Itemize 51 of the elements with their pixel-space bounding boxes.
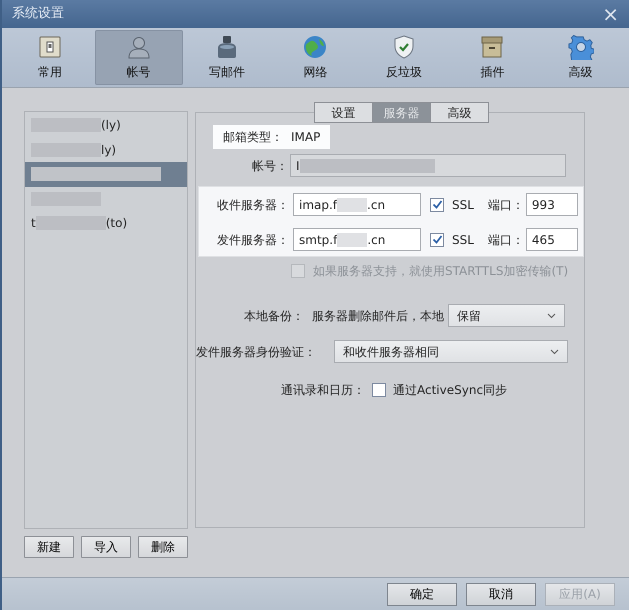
account-item[interactable]	[25, 162, 187, 186]
field-label: 端口：	[488, 232, 524, 248]
settings-icon	[568, 34, 594, 60]
dialog-button[interactable]: 确定	[387, 582, 457, 606]
port-field[interactable]: 465	[526, 228, 578, 251]
window-title: 系统设置	[12, 5, 64, 24]
account-action-button[interactable]: 删除	[138, 536, 188, 558]
field-label: 发件服务器身份验证：	[196, 344, 316, 360]
toolbar-button[interactable]: 插件	[448, 30, 536, 85]
account-action-button[interactable]: 导入	[81, 536, 131, 558]
field-label: 本地备份：	[243, 308, 304, 324]
account-field[interactable]: I	[290, 154, 566, 177]
server-field[interactable]: smtp.f .cn	[293, 228, 421, 251]
checkbox[interactable]	[372, 383, 386, 397]
close-button[interactable]: ×	[600, 4, 621, 24]
field-label: 收件服务器：	[216, 196, 289, 214]
toolbar-button[interactable]: 反垃圾	[360, 30, 448, 85]
toolbar-button[interactable]: 常用	[6, 30, 94, 85]
account-action-button[interactable]: 新建	[24, 536, 74, 558]
caret-icon	[547, 312, 556, 318]
field-label: 发件服务器：	[216, 232, 289, 248]
field-label: 邮箱类型：	[223, 129, 283, 146]
checkbox-label: 通过ActiveSync同步	[393, 382, 508, 399]
account-item[interactable]: (ly)	[25, 113, 187, 138]
dialog-button[interactable]: 取消	[466, 582, 536, 606]
globe-icon	[302, 34, 328, 60]
toolbar-button[interactable]: 写邮件	[183, 30, 272, 85]
tab[interactable]: 高级	[430, 102, 489, 123]
account-item[interactable]: ly)	[25, 138, 187, 162]
field-label: 端口：	[488, 196, 524, 214]
field-label: 服务器删除邮件后，本地	[312, 308, 444, 324]
field-label: 通讯录和日历：	[281, 382, 365, 399]
server-field[interactable]: imap.f .cn	[293, 193, 421, 216]
checkbox-label: SSL	[452, 232, 474, 248]
field-label: 帐号：	[251, 158, 288, 174]
checkbox[interactable]	[430, 232, 444, 246]
account-item[interactable]: t (to)	[25, 211, 187, 236]
toolbar-button[interactable]: 帐号	[94, 30, 183, 85]
checkbox-label: SSL	[452, 196, 474, 214]
toolbar-button[interactable]: 高级	[536, 30, 625, 85]
checkbox[interactable]	[430, 198, 444, 212]
person-icon	[126, 34, 152, 60]
checkbox-label: 如果服务器支持，就使用STARTTLS加密传输(T)	[313, 263, 568, 280]
caret-icon	[550, 348, 559, 354]
toolbar-button[interactable]: 网络	[271, 30, 360, 85]
field-value: IMAP	[291, 129, 320, 146]
dropdown[interactable]: 和收件服务器相同	[334, 340, 568, 363]
box-icon	[479, 34, 506, 60]
tab[interactable]: 设置	[314, 102, 373, 123]
dropdown[interactable]: 保留	[448, 304, 565, 327]
port-field[interactable]: 993	[526, 193, 578, 216]
